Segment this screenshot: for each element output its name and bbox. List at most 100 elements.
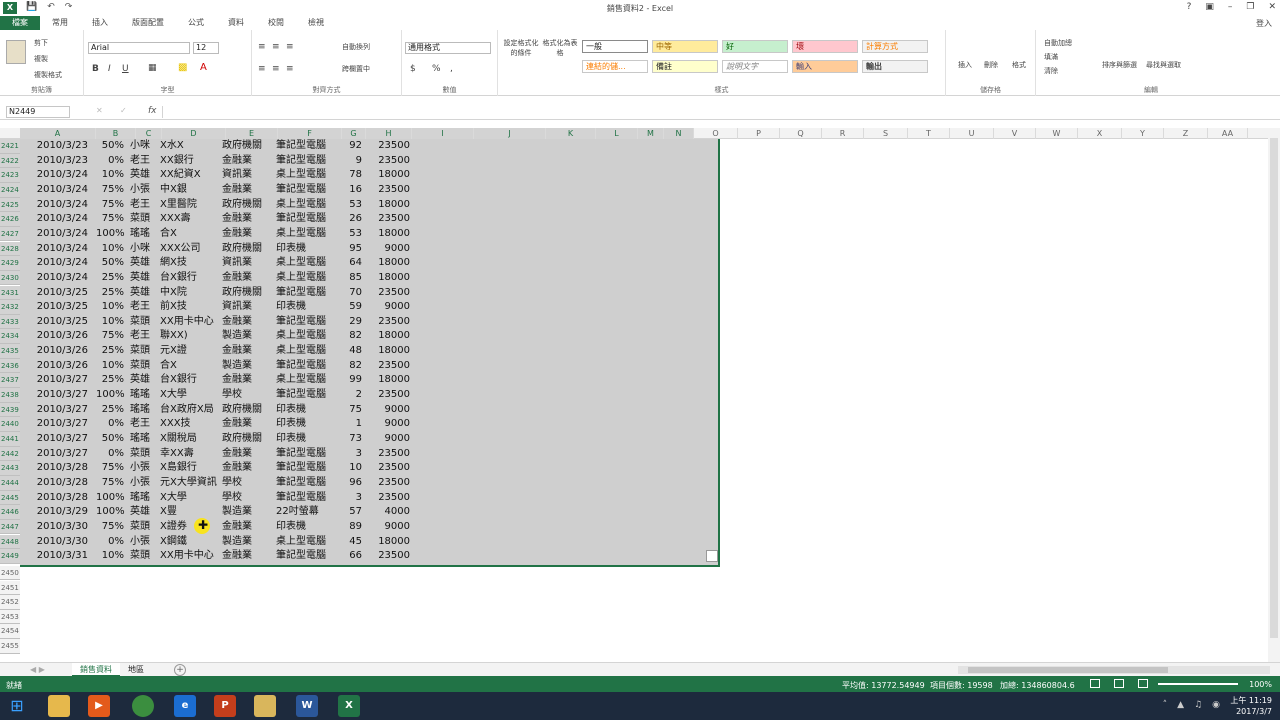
cell-who[interactable]: 菜頭 xyxy=(130,344,158,359)
cell-date[interactable]: 2010/3/27 xyxy=(22,447,88,462)
column-header-p[interactable]: P xyxy=(738,128,780,139)
column-header-h[interactable]: H xyxy=(366,128,412,139)
cell-cust[interactable]: X豐 xyxy=(160,505,222,520)
name-box[interactable]: N2449 xyxy=(6,106,70,118)
vertical-scrollbar[interactable] xyxy=(1268,128,1280,662)
cell-date[interactable]: 2010/3/24 xyxy=(22,227,88,242)
fill-color-icon[interactable]: ▩ xyxy=(178,62,187,73)
cell-date[interactable]: 2010/3/27 xyxy=(22,403,88,418)
tab-view[interactable]: 檢視 xyxy=(296,16,336,30)
cell-price[interactable]: 18000 xyxy=(370,256,410,271)
cell-prod[interactable]: 筆記型電腦 xyxy=(276,154,338,169)
column-header-b[interactable]: B xyxy=(96,128,136,139)
cell-who[interactable]: 小張 xyxy=(130,461,158,476)
cell-cust[interactable]: X島銀行 xyxy=(160,461,222,476)
cell-ind[interactable]: 製造業 xyxy=(222,359,274,374)
column-header-k[interactable]: K xyxy=(546,128,596,139)
cell-date[interactable]: 2010/3/24 xyxy=(22,242,88,257)
cell-qty[interactable]: 89 xyxy=(340,520,362,535)
cell-cust[interactable]: X水X xyxy=(160,139,222,154)
align-left-icon[interactable]: ≡ xyxy=(258,64,266,74)
cell-who[interactable]: 菜頭 xyxy=(130,520,158,535)
tab-data[interactable]: 資料 xyxy=(216,16,256,30)
cell-ind[interactable]: 政府機關 xyxy=(222,198,274,213)
cell-cust[interactable]: 台X銀行 xyxy=(160,271,222,286)
cell-ind[interactable]: 學校 xyxy=(222,491,274,506)
cell-price[interactable]: 18000 xyxy=(370,198,410,213)
cell-date[interactable]: 2010/3/26 xyxy=(22,359,88,374)
comma-button[interactable]: , xyxy=(450,64,453,74)
fill-handle[interactable] xyxy=(706,550,718,562)
cell-pct[interactable]: 10% xyxy=(96,242,124,257)
cell-cust[interactable]: 前X技 xyxy=(160,300,222,315)
cell-date[interactable]: 2010/3/25 xyxy=(22,286,88,301)
row-header[interactable]: 2450 xyxy=(0,565,20,581)
cell-pct[interactable]: 0% xyxy=(96,154,124,169)
restore-icon[interactable]: ❐ xyxy=(1246,2,1254,12)
cell-price[interactable]: 23500 xyxy=(370,154,410,169)
row-header[interactable]: 2427 xyxy=(0,226,20,242)
row-header[interactable]: 2428 xyxy=(0,241,20,257)
word-icon[interactable]: W xyxy=(296,695,318,717)
cell-who[interactable]: 英雄 xyxy=(130,256,158,271)
cell-price[interactable]: 23500 xyxy=(370,491,410,506)
cell-qty[interactable]: 53 xyxy=(340,227,362,242)
cell-ind[interactable]: 金融業 xyxy=(222,373,274,388)
row-header[interactable]: 2424 xyxy=(0,182,20,198)
cell-pct[interactable]: 75% xyxy=(96,520,124,535)
cell-ind[interactable]: 製造業 xyxy=(222,535,274,550)
row-header[interactable]: 2448 xyxy=(0,534,20,550)
cell-price[interactable]: 23500 xyxy=(370,212,410,227)
row-header[interactable]: 2445 xyxy=(0,490,20,506)
style-normal[interactable]: 一般 xyxy=(582,40,648,53)
wrap-text-button[interactable]: 自動換列 xyxy=(342,42,370,52)
cell-pct[interactable]: 100% xyxy=(96,388,125,403)
cell-pct[interactable]: 100% xyxy=(96,505,125,520)
cell-pct[interactable]: 75% xyxy=(96,329,124,344)
row-header[interactable]: 2422 xyxy=(0,153,20,169)
cell-qty[interactable]: 70 xyxy=(340,286,362,301)
cell-ind[interactable]: 金融業 xyxy=(222,315,274,330)
cell-prod[interactable]: 筆記型電腦 xyxy=(276,461,338,476)
cell-who[interactable]: 小張 xyxy=(130,183,158,198)
cell-pct[interactable]: 75% xyxy=(96,212,124,227)
conditional-format-button[interactable]: 設定格式化的條件 xyxy=(502,38,540,58)
cell-price[interactable]: 18000 xyxy=(370,271,410,286)
cell-date[interactable]: 2010/3/24 xyxy=(22,212,88,227)
style-calculation[interactable]: 計算方式 xyxy=(862,40,928,53)
column-header-u[interactable]: U xyxy=(950,128,994,139)
currency-button[interactable]: $ xyxy=(410,64,416,74)
row-header[interactable]: 2446 xyxy=(0,505,20,520)
cell-price[interactable]: 23500 xyxy=(370,183,410,198)
row-header[interactable]: 2431 xyxy=(0,285,20,301)
bold-button[interactable]: B xyxy=(92,64,99,74)
cell-qty[interactable]: 2 xyxy=(340,388,362,403)
sheet-nav-prev-icon[interactable]: ◀ ▶ xyxy=(30,665,45,674)
cell-qty[interactable]: 96 xyxy=(340,476,362,491)
format-painter-button[interactable]: 複製格式 xyxy=(34,70,62,80)
column-header-z[interactable]: Z xyxy=(1164,128,1208,139)
row-header[interactable]: 2440 xyxy=(0,417,20,432)
cell-date[interactable]: 2010/3/24 xyxy=(22,183,88,198)
cell-price[interactable]: 9000 xyxy=(370,403,410,418)
cell-cust[interactable]: X里醫院 xyxy=(160,198,222,213)
percent-button[interactable]: % xyxy=(432,64,441,74)
cell-price[interactable]: 23500 xyxy=(370,461,410,476)
cell-prod[interactable]: 印表機 xyxy=(276,242,338,257)
tab-review[interactable]: 校閱 xyxy=(256,16,296,30)
cell-pct[interactable]: 0% xyxy=(96,447,124,462)
cell-price[interactable]: 23500 xyxy=(370,359,410,374)
paste-icon[interactable] xyxy=(6,40,26,64)
cell-prod[interactable]: 印表機 xyxy=(276,403,338,418)
sheet-tab-sales[interactable]: 銷售資料 xyxy=(72,663,120,677)
cell-who[interactable]: 小咪 xyxy=(130,139,158,154)
cell-qty[interactable]: 92 xyxy=(340,139,362,154)
cell-qty[interactable]: 29 xyxy=(340,315,362,330)
cell-pct[interactable]: 10% xyxy=(96,168,124,183)
vertical-scroll-thumb[interactable] xyxy=(1270,138,1278,638)
minimize-icon[interactable]: – xyxy=(1228,2,1233,12)
row-header[interactable]: 2434 xyxy=(0,329,20,345)
cell-who[interactable]: 老王 xyxy=(130,300,158,315)
cell-who[interactable]: 老王 xyxy=(130,329,158,344)
cut-button[interactable]: 剪下 xyxy=(34,38,48,48)
